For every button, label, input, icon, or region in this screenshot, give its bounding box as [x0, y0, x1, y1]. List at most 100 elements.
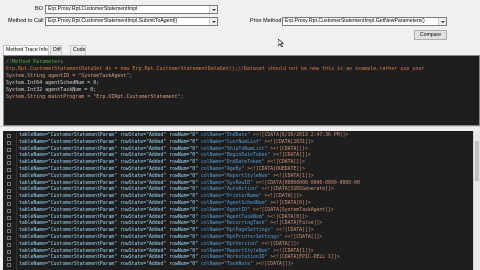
bo-label: BO — [35, 6, 43, 12]
prior-method-label: Prior Method — [250, 18, 282, 24]
xml-col-attr: colName="AutoAction" — [200, 187, 262, 193]
xml-col-attr: colName="EndDateToken" — [200, 160, 268, 166]
prior-method-value: Erp.Proxy.Rpt.CustomerStatementImpl.GetN… — [285, 18, 425, 24]
xml-value: ><![CDATA[6/30/2019 2:47:36 PM]]> — [252, 133, 349, 138]
fold-marker-icon[interactable] — [7, 154, 11, 159]
xml-state-attr: rowState="Added" — [120, 241, 170, 247]
code-line: System.Int64 agentSchedNum = 0; — [6, 80, 100, 86]
compare-button[interactable]: Compare — [414, 30, 447, 40]
chevron-down-icon[interactable] — [209, 18, 217, 25]
fold-marker-icon[interactable] — [7, 215, 11, 220]
xml-state-attr: rowState="Added" — [120, 194, 170, 200]
fold-marker-icon[interactable] — [7, 222, 11, 227]
fold-marker-icon[interactable] — [7, 236, 11, 241]
xml-table-attr: tableName="CustomerStatementParam" — [19, 160, 121, 166]
fold-marker-icon[interactable] — [7, 168, 11, 173]
xml-num-attr: rowNum="0" — [169, 248, 201, 254]
xml-state-attr: rowState="Added" — [120, 167, 170, 172]
xml-col-attr: colName="PrinterName" — [200, 194, 265, 200]
xml-num-attr: rowNum="0" — [169, 221, 201, 227]
bo-combo-value: Erp.Proxy.Rpt.CustomerStatementImpl — [48, 6, 138, 12]
mouse-cursor-icon — [278, 39, 284, 47]
xml-value: ><![CDATA[]]> — [273, 153, 311, 159]
prior-method-combo[interactable]: Erp.Proxy.Rpt.CustomerStatementImpl.GetN… — [282, 17, 447, 26]
xml-state-attr: rowState="Added" — [120, 228, 170, 234]
xml-state-attr: rowState="Added" — [120, 235, 170, 240]
xml-state-attr: rowState="Added" — [120, 262, 170, 268]
xml-col-attr: colName="ReportStyleNum" — [200, 173, 274, 179]
xml-col-attr: colName="EndDate" — [200, 133, 253, 138]
xml-col-attr: colName="AgeBy" — [200, 167, 248, 172]
tab-diff[interactable]: Diff — [50, 45, 62, 55]
fold-marker-icon[interactable] — [7, 188, 11, 193]
xml-state-attr: rowState="Added" — [120, 146, 170, 152]
xml-value: ><![CDATA[]]> — [284, 235, 323, 240]
xml-col-attr: colName="RecurringTask" — [200, 221, 271, 227]
xml-col-attr: colName="RptPageSettings" — [200, 228, 277, 234]
xml-table-attr: tableName="CustomerStatementParam" — [19, 201, 121, 206]
scrollbar-thumb[interactable] — [475, 141, 479, 181]
fold-marker-icon[interactable] — [7, 134, 11, 139]
method-to-call-value: Erp.Proxy.Rpt.CustomerStatementImpl.Subm… — [48, 18, 178, 24]
fold-marker-icon[interactable] — [7, 229, 11, 234]
fold-marker-icon[interactable] — [7, 195, 11, 200]
fold-marker-icon[interactable] — [7, 161, 11, 166]
xml-value: ><![CDATA[1]]> — [273, 173, 314, 179]
xml-value: ><![CDATA[DUEDATE]]> — [247, 167, 305, 172]
xml-num-attr: rowNum="0" — [169, 139, 201, 145]
xml-col-attr: colName="AgentTaskNum" — [200, 214, 268, 220]
xml-table-attr: tableName="CustomerStatementParam" — [19, 153, 121, 159]
xml-value: ><![CDATA[SSRSGenerate]]> — [261, 187, 334, 193]
xml-num-attr: rowNum="0" — [169, 133, 201, 138]
xml-num-attr: rowNum="0" — [169, 241, 201, 247]
xml-num-attr: rowNum="0" — [169, 153, 201, 159]
vertical-scrollbar[interactable] — [473, 131, 480, 270]
fold-marker-icon[interactable] — [7, 202, 11, 207]
fold-marker-icon[interactable] — [7, 175, 11, 179]
xml-state-attr: rowState="Added" — [120, 221, 170, 227]
xml-state-attr: rowState="Added" — [120, 139, 170, 145]
chevron-down-icon[interactable] — [209, 6, 217, 13]
xml-table-attr: tableName="CustomerStatementParam" — [19, 139, 121, 145]
xml-value: ><![CDATA[EPIC-DELL 1]]> — [270, 255, 340, 261]
xml-state-attr: rowState="Added" — [120, 153, 170, 159]
xml-editor[interactable]: tableName="CustomerStatementParam" rowSt… — [3, 131, 473, 270]
xml-state-attr: rowState="Added" — [120, 173, 170, 179]
xml-num-attr: rowNum="0" — [169, 235, 201, 240]
xml-table-attr: tableName="CustomerStatementParam" — [19, 133, 121, 138]
xml-num-attr: rowNum="0" — [169, 187, 201, 193]
xml-value: ><![CDATA[]]> — [276, 228, 314, 234]
method-to-call-combo[interactable]: Erp.Proxy.Rpt.CustomerStatementImpl.Subm… — [45, 17, 218, 26]
xml-col-attr: colName="SysRowID" — [200, 180, 256, 186]
xml-value: ><![CDATA[00000000-0000-0000-0000-00 — [255, 180, 360, 186]
xml-state-attr: rowState="Added" — [120, 214, 170, 220]
xml-table-attr: tableName="CustomerStatementParam" — [19, 180, 121, 186]
bo-combo[interactable]: Erp.Proxy.Rpt.CustomerStatementImpl — [45, 5, 218, 14]
code-line: Erp.Rpt.CustomerStatementDataSet ds = ne… — [6, 66, 425, 72]
fold-marker-icon[interactable] — [7, 249, 11, 254]
xml-state-attr: rowState="Added" — [120, 133, 170, 138]
fold-marker-icon[interactable] — [7, 141, 11, 145]
xml-table-attr: tableName="CustomerStatementParam" — [19, 173, 121, 179]
xml-table-attr: tableName="CustomerStatementParam" — [19, 248, 121, 254]
xml-col-attr: colName="AgentSchedNum" — [200, 201, 271, 206]
xml-value: ><![CDATA[0]]> — [270, 201, 311, 206]
xml-num-attr: rowNum="0" — [169, 194, 201, 200]
xml-table-attr: tableName="CustomerStatementParam" — [19, 228, 121, 234]
xml-state-attr: rowState="Added" — [120, 207, 170, 213]
xml-table-attr: tableName="CustomerStatementParam" — [19, 146, 121, 152]
xml-value: ><![CDATA[False]]> — [270, 221, 323, 227]
fold-marker-icon[interactable] — [7, 209, 11, 213]
fold-marker-icon[interactable] — [7, 181, 11, 186]
fold-marker-icon[interactable] — [7, 147, 11, 152]
xml-table-attr: tableName="CustomerStatementParam" — [19, 207, 121, 213]
code-editor[interactable]: //Method Parameters Erp.Rpt.CustomerStat… — [3, 55, 480, 126]
fold-marker-icon[interactable] — [7, 263, 11, 268]
fold-marker-icon[interactable] — [7, 243, 11, 247]
fold-marker-icon[interactable] — [7, 256, 11, 261]
xml-table-attr: tableName="CustomerStatementParam" — [19, 255, 121, 261]
chevron-down-icon[interactable] — [438, 18, 446, 25]
xml-value: ><![CDATA[2031]]> — [264, 139, 314, 145]
tab-code[interactable]: Code — [70, 45, 86, 55]
xml-num-attr: rowNum="0" — [169, 180, 201, 186]
